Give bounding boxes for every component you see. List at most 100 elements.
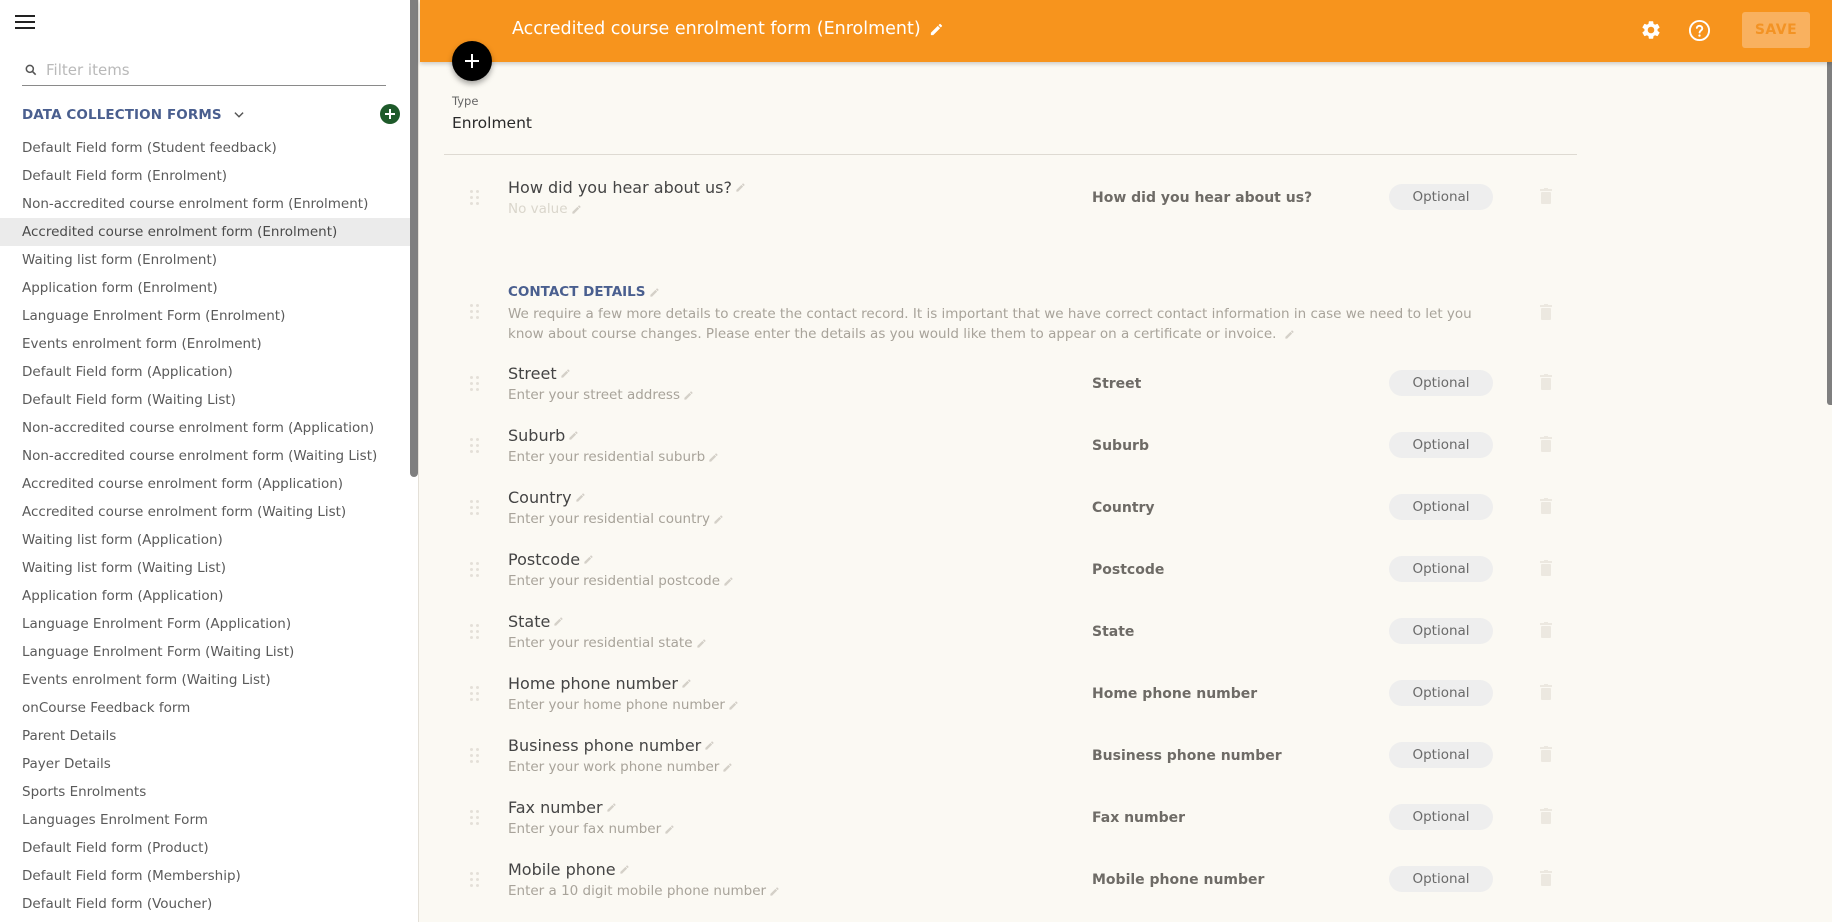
pencil-icon[interactable] [713, 514, 724, 525]
sidebar-item[interactable]: Non-accredited course enrolment form (Wa… [0, 442, 410, 470]
field-hint[interactable]: Enter your residential state [508, 635, 707, 651]
sidebar-item[interactable]: onCourse Feedback form [0, 694, 410, 722]
sidebar-item[interactable]: Events enrolment form (Enrolment) [0, 330, 410, 358]
field-hint[interactable]: No value [508, 201, 582, 217]
help-icon[interactable] [1688, 19, 1711, 42]
field-hint[interactable]: Enter your street address [508, 387, 694, 403]
sidebar-item[interactable]: Languages Enrolment Form [0, 806, 410, 834]
pencil-icon[interactable] [583, 554, 594, 565]
field-hint[interactable]: Enter your home phone number [508, 697, 739, 713]
pencil-icon[interactable] [708, 452, 719, 463]
pencil-icon[interactable] [681, 678, 692, 689]
section-toggle-data-collection-forms[interactable]: DATA COLLECTION FORMS [22, 104, 246, 126]
sidebar-item[interactable]: Accredited course enrolment form (Applic… [0, 470, 410, 498]
gear-icon[interactable] [1640, 19, 1662, 41]
pencil-icon[interactable] [723, 576, 734, 587]
optional-toggle[interactable]: Optional [1389, 618, 1493, 644]
trash-icon[interactable] [1540, 304, 1552, 320]
add-form-button[interactable] [380, 104, 400, 124]
sidebar-item[interactable]: Sports Enrolments [0, 778, 410, 806]
optional-toggle[interactable]: Optional [1389, 804, 1493, 830]
pencil-icon[interactable] [1284, 329, 1295, 340]
trash-icon[interactable] [1540, 374, 1552, 390]
field-hint[interactable]: Enter a 10 digit mobile phone number [508, 883, 780, 899]
optional-toggle[interactable]: Optional [1389, 432, 1493, 458]
trash-icon[interactable] [1540, 436, 1552, 452]
field-title[interactable]: State [508, 612, 564, 631]
sidebar-item[interactable]: Waiting list form (Enrolment) [0, 246, 410, 274]
field-hint[interactable]: Enter your residential country [508, 511, 724, 527]
field-title[interactable]: Home phone number [508, 674, 692, 693]
pencil-icon[interactable] [683, 390, 694, 401]
save-button[interactable]: SAVE [1742, 12, 1810, 48]
field-title[interactable]: Country [508, 488, 586, 507]
pencil-icon[interactable] [575, 492, 586, 503]
hamburger-menu-icon[interactable] [15, 14, 37, 30]
field-hint[interactable]: Enter your fax number [508, 821, 675, 837]
optional-toggle[interactable]: Optional [1389, 556, 1493, 582]
optional-toggle[interactable]: Optional [1389, 370, 1493, 396]
field-title[interactable]: Business phone number [508, 736, 715, 755]
optional-toggle[interactable]: Optional [1389, 866, 1493, 892]
trash-icon[interactable] [1540, 808, 1552, 824]
trash-icon[interactable] [1540, 622, 1552, 638]
optional-toggle[interactable]: Optional [1389, 184, 1493, 210]
drag-handle-icon[interactable] [470, 562, 480, 578]
pencil-icon[interactable] [568, 430, 579, 441]
sidebar-item[interactable]: Default Field form (Product) [0, 834, 410, 862]
field-title[interactable]: Street [508, 364, 571, 383]
sidebar-item[interactable]: Non-accredited course enrolment form (En… [0, 190, 410, 218]
pencil-icon[interactable] [571, 204, 582, 215]
drag-handle-icon[interactable] [470, 190, 480, 206]
pencil-icon[interactable] [606, 802, 617, 813]
sidebar-item[interactable]: Non-accredited course enrolment form (Ap… [0, 414, 410, 442]
trash-icon[interactable] [1540, 684, 1552, 700]
sidebar-item[interactable]: Parent Details [0, 722, 410, 750]
pencil-icon[interactable] [664, 824, 675, 835]
pencil-icon[interactable] [735, 182, 746, 193]
drag-handle-icon[interactable] [470, 748, 480, 764]
field-title[interactable]: Postcode [508, 550, 594, 569]
sidebar-item[interactable]: Language Enrolment Form (Application) [0, 610, 410, 638]
sidebar-item[interactable]: Default Field form (Application) [0, 358, 410, 386]
drag-handle-icon[interactable] [470, 500, 480, 516]
drag-handle-icon[interactable] [470, 438, 480, 454]
heading-description[interactable]: We require a few more details to create … [508, 304, 1508, 344]
sidebar-item[interactable]: Default Field form (Voucher) [0, 890, 410, 918]
sidebar-item[interactable]: Accredited course enrolment form (Enrolm… [0, 218, 410, 246]
trash-icon[interactable] [1540, 746, 1552, 762]
pencil-icon[interactable] [553, 616, 564, 627]
field-title[interactable]: How did you hear about us? [508, 178, 746, 197]
heading-title[interactable]: CONTACT DETAILS [508, 284, 660, 300]
sidebar-item[interactable]: Default Field form (Student feedback) [0, 134, 410, 162]
pencil-icon[interactable] [769, 886, 780, 897]
field-title[interactable]: Suburb [508, 426, 579, 445]
drag-handle-icon[interactable] [470, 810, 480, 826]
sidebar-scrollbar[interactable] [410, 0, 418, 477]
drag-handle-icon[interactable] [470, 624, 480, 640]
optional-toggle[interactable]: Optional [1389, 680, 1493, 706]
sidebar-item[interactable]: Language Enrolment Form (Enrolment) [0, 302, 410, 330]
trash-icon[interactable] [1540, 870, 1552, 886]
sidebar-item[interactable]: Waiting list form (Application) [0, 526, 410, 554]
pencil-icon[interactable] [649, 287, 660, 298]
sidebar-item[interactable]: Application form (Enrolment) [0, 274, 410, 302]
field-hint[interactable]: Enter your residential suburb [508, 449, 719, 465]
field-title[interactable]: Fax number [508, 798, 617, 817]
trash-icon[interactable] [1540, 188, 1552, 204]
sidebar-item[interactable]: Accredited course enrolment form (Waitin… [0, 498, 410, 526]
field-hint[interactable]: Enter your residential postcode [508, 573, 734, 589]
filter-input[interactable] [46, 58, 376, 82]
pencil-icon[interactable] [722, 762, 733, 773]
drag-handle-icon[interactable] [470, 686, 480, 702]
main-scrollbar[interactable] [1827, 62, 1832, 405]
sidebar-item[interactable]: Waiting list form (Waiting List) [0, 554, 410, 582]
sidebar-item[interactable]: Events enrolment form (Waiting List) [0, 666, 410, 694]
optional-toggle[interactable]: Optional [1389, 494, 1493, 520]
optional-toggle[interactable]: Optional [1389, 742, 1493, 768]
pencil-icon[interactable] [728, 700, 739, 711]
sidebar-item[interactable]: Payer Details [0, 750, 410, 778]
sidebar-item[interactable]: Default Field form (Waiting List) [0, 386, 410, 414]
sidebar-item[interactable]: Language Enrolment Form (Waiting List) [0, 638, 410, 666]
add-field-button[interactable] [452, 41, 492, 81]
